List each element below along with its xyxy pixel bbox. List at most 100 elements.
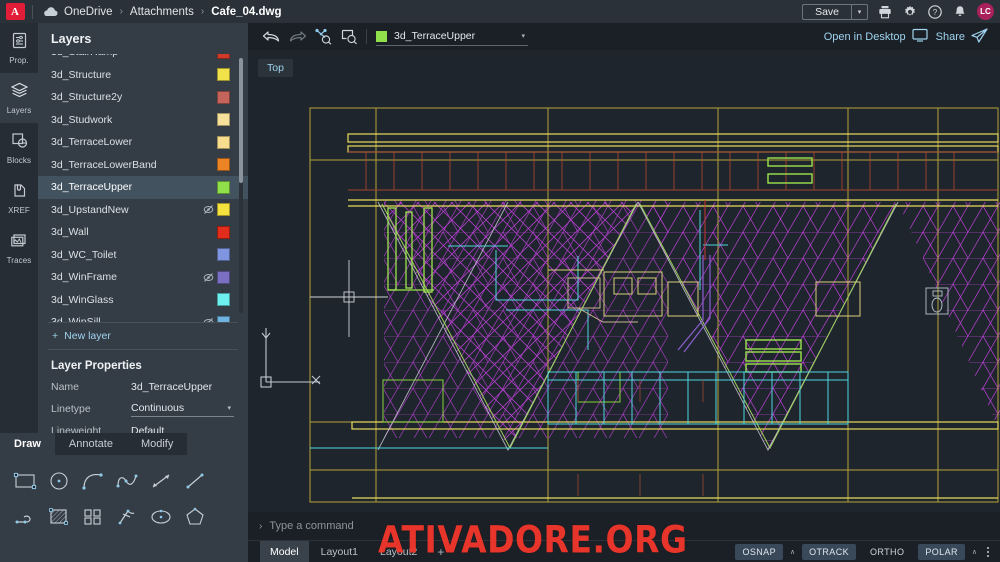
tab-model[interactable]: Model [260, 540, 309, 562]
share-button[interactable]: Share [935, 27, 988, 46]
sidebar-item-label: Traces [6, 255, 32, 265]
undo-icon[interactable] [260, 26, 282, 48]
osnap-caret-icon[interactable]: ∧ [790, 548, 795, 556]
layer-color-swatch[interactable] [217, 68, 230, 82]
avatar[interactable]: LC [977, 3, 994, 20]
command-line[interactable]: › Type a command [248, 512, 1000, 540]
monitor-icon [912, 28, 928, 45]
app-logo[interactable]: A [0, 0, 30, 23]
hatch-icon[interactable] [42, 501, 76, 533]
toolbar-icon-group [248, 26, 360, 48]
layer-row[interactable]: 3d_UpstandNew [38, 199, 248, 222]
bell-icon[interactable] [952, 4, 968, 20]
tab-layout2[interactable]: Layout2 [370, 541, 427, 562]
layer-row[interactable]: 3d_TerraceLower [38, 131, 248, 154]
polygon-icon[interactable] [178, 501, 212, 533]
divider [366, 29, 367, 44]
layer-row[interactable]: 3d_Studwork [38, 109, 248, 132]
dimension-icon[interactable] [144, 465, 178, 497]
layer-color-swatch[interactable] [217, 270, 230, 284]
more-options-icon[interactable] [984, 546, 992, 557]
share-label: Share [935, 30, 965, 43]
add-layout-button[interactable]: + [429, 545, 452, 559]
breadcrumb-file[interactable]: Cafe_04.dwg [211, 6, 281, 18]
save-button[interactable]: Save [803, 5, 851, 19]
layer-row[interactable]: 3d_WinFrame [38, 266, 248, 289]
layer-hidden-icon[interactable] [202, 317, 214, 322]
sidebar-item-xref[interactable]: XREF [0, 173, 38, 223]
layer-color-swatch[interactable] [217, 248, 230, 262]
revision-cloud-icon[interactable] [110, 501, 144, 533]
sidebar-item-properties[interactable]: Prop. [0, 23, 38, 73]
sidebar-item-layers[interactable]: Layers [0, 73, 38, 123]
layer-row[interactable]: 3d_WinSill [38, 311, 248, 322]
layer-row[interactable]: 3d_StairRamp [38, 54, 248, 64]
sidebar-item-traces[interactable]: Traces [0, 223, 38, 273]
layer-row[interactable]: 3d_TerraceUpper [38, 176, 248, 199]
status-badge-ortho[interactable]: ORTHO [863, 544, 911, 560]
chevron-down-icon[interactable]: ▾ [227, 404, 231, 412]
tab-draw[interactable]: Draw [0, 433, 55, 455]
breadcrumb-folder[interactable]: Attachments [130, 6, 194, 18]
viewport-label[interactable]: Top [258, 59, 293, 77]
layer-list-scrollbar-thumb[interactable] [239, 58, 243, 183]
layer-hidden-icon[interactable] [202, 204, 214, 215]
new-layer-label: New layer [64, 330, 111, 342]
drawing-canvas[interactable]: Top [248, 50, 1000, 512]
chevron-down-icon[interactable]: ▾ [521, 32, 525, 40]
layer-color-swatch[interactable] [217, 54, 230, 59]
polar-caret-icon[interactable]: ∧ [972, 548, 977, 556]
layer-color-swatch[interactable] [217, 315, 230, 322]
layer-row[interactable]: 3d_WC_Toilet [38, 244, 248, 267]
layer-color-swatch[interactable] [217, 180, 230, 194]
status-badge-osnap[interactable]: OSNAP [735, 543, 783, 560]
command-input[interactable]: Type a command [269, 520, 353, 532]
tab-annotate[interactable]: Annotate [54, 433, 127, 455]
open-in-desktop-label: Open in Desktop [823, 30, 906, 43]
help-icon[interactable]: ? [927, 4, 943, 20]
rectangle-icon[interactable] [8, 465, 42, 497]
linetype-select[interactable]: Continuous ▾ [131, 402, 234, 417]
current-layer-select[interactable]: 3d_TerraceUpper ▾ [376, 27, 528, 46]
redo-icon[interactable] [286, 26, 308, 48]
tab-modify[interactable]: Modify [126, 433, 188, 455]
gear-icon[interactable] [902, 4, 918, 20]
sidebar-item-blocks[interactable]: Blocks [0, 123, 38, 173]
layer-color-swatch[interactable] [217, 225, 230, 239]
layer-row[interactable]: 3d_WinGlass [38, 289, 248, 312]
layer-color-swatch[interactable] [217, 203, 230, 217]
status-badge-otrack[interactable]: OTRACK [802, 543, 857, 560]
layer-color-swatch[interactable] [217, 135, 230, 149]
zoom-window-icon[interactable] [338, 26, 360, 48]
new-layer-button[interactable]: + New layer [38, 323, 248, 349]
layer-name: 3d_StairRamp [51, 54, 202, 58]
arc-icon[interactable] [76, 465, 110, 497]
layer-row[interactable]: 3d_Structure2y [38, 86, 248, 109]
layer-color-swatch[interactable] [217, 293, 230, 307]
line-icon[interactable] [178, 465, 212, 497]
save-dropdown-caret-icon[interactable]: ▾ [852, 5, 867, 19]
current-layer-name: 3d_TerraceUpper [394, 30, 476, 42]
object-snap-icon[interactable] [312, 26, 334, 48]
layer-properties-title: Layer Properties [51, 360, 142, 372]
status-badge-polar[interactable]: POLAR [918, 543, 965, 560]
layer-row[interactable]: 3d_Structure [38, 64, 248, 87]
array-icon[interactable] [76, 501, 110, 533]
layer-color-swatch[interactable] [217, 113, 230, 127]
ellipse-icon[interactable] [144, 501, 178, 533]
polyline-icon[interactable] [8, 501, 42, 533]
layer-row[interactable]: 3d_TerraceLowerBand [38, 154, 248, 177]
open-in-desktop-button[interactable]: Open in Desktop [824, 28, 928, 45]
breadcrumb-root[interactable]: OneDrive [64, 6, 113, 18]
spline-icon[interactable] [110, 465, 144, 497]
print-icon[interactable] [877, 4, 893, 20]
circle-icon[interactable] [42, 465, 76, 497]
layer-hidden-icon[interactable] [202, 272, 214, 283]
layer-color-swatch[interactable] [217, 90, 230, 104]
layer-row[interactable]: 3d_Wall [38, 221, 248, 244]
property-row: Linetype Continuous ▾ [38, 398, 248, 420]
tab-layout1[interactable]: Layout1 [311, 541, 368, 562]
autocad-logo-icon: A [5, 3, 25, 20]
layer-color-swatch[interactable] [217, 158, 230, 172]
layer-list[interactable]: 3d_StairRamp 3d_Structure 3d_Structure2y 3d… [38, 54, 248, 322]
